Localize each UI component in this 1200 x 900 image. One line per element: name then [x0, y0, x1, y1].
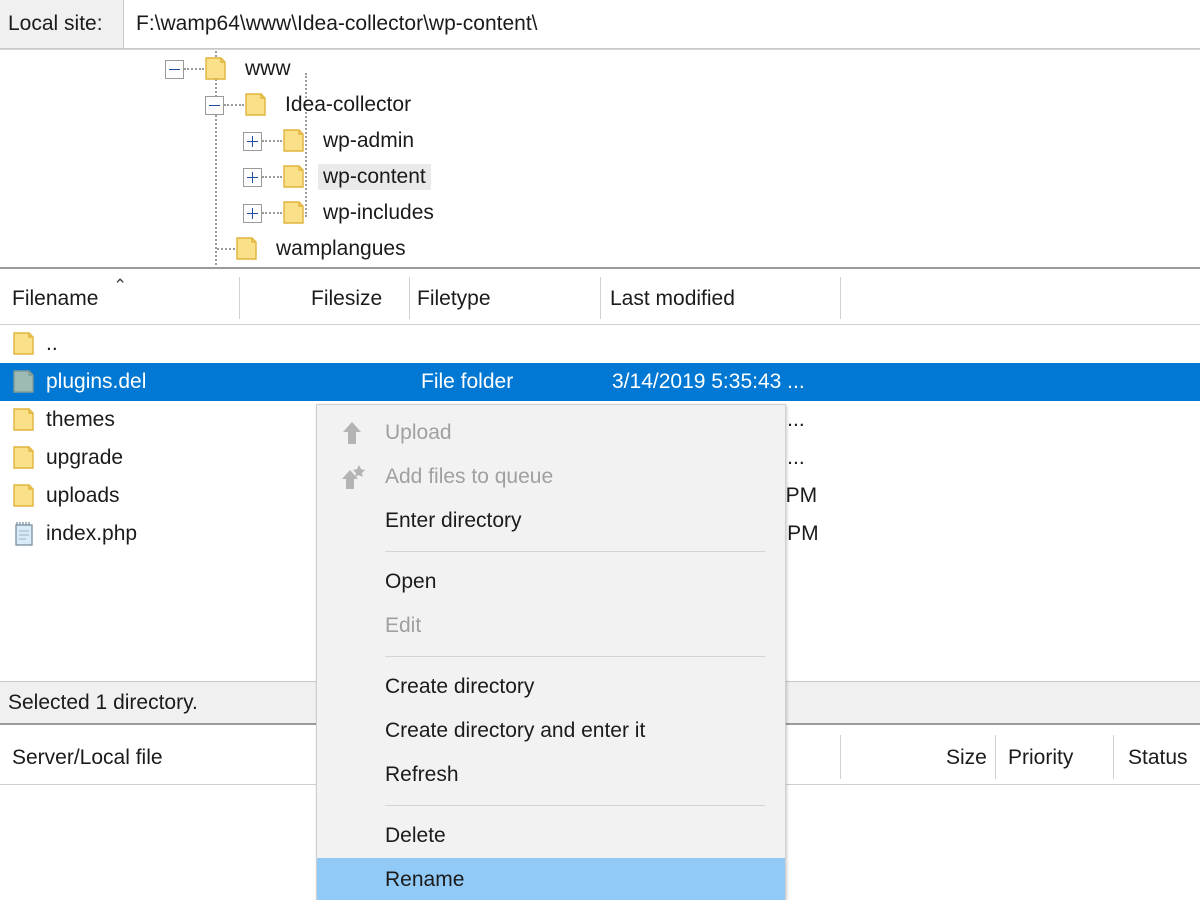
directory-tree[interactable]: www Idea-collector wp-admin wp-content w… [0, 51, 1200, 269]
menu-item-label: Delete [385, 824, 446, 847]
menu-item-label: Open [385, 570, 437, 593]
collapse-minus-icon[interactable] [165, 59, 184, 79]
file-name: plugins.del [46, 370, 147, 393]
column-divider[interactable] [840, 277, 841, 319]
folder-icon [8, 484, 42, 508]
column-divider[interactable] [239, 277, 240, 319]
add-to-queue-icon [337, 462, 367, 492]
tree-node-wp-content[interactable]: wp-content [0, 159, 1200, 195]
tree-connector [217, 248, 235, 250]
file-name: index.php [46, 522, 138, 545]
filezilla-local-panel: Local site: F:\wamp64\www\Idea-collector… [0, 0, 1200, 900]
local-site-label: Local site: [0, 0, 124, 49]
file-type: File folder [421, 370, 514, 393]
column-divider[interactable] [409, 277, 410, 319]
menu-item-label: Edit [385, 614, 422, 637]
column-header-filesize[interactable]: Filesize [311, 287, 382, 311]
menu-item-create-directory-and-enter-it[interactable]: Create directory and enter it [317, 709, 785, 753]
file-name: .. [46, 332, 58, 355]
column-divider[interactable] [995, 735, 996, 779]
folder-icon [204, 57, 230, 81]
tree-connector [262, 140, 282, 142]
folder-icon [282, 201, 308, 225]
folder-icon [8, 446, 42, 470]
file-list-header: ⌃ Filename Filesize Filetype Last modifi… [0, 271, 1200, 325]
tree-node-wp-admin[interactable]: wp-admin [0, 123, 1200, 159]
folder-icon [244, 93, 270, 117]
tree-connector [262, 212, 282, 214]
expand-plus-icon[interactable] [243, 203, 262, 223]
tree-node-idea-collector[interactable]: Idea-collector [0, 87, 1200, 123]
column-header-status[interactable]: Status [1128, 746, 1188, 770]
column-header-priority[interactable]: Priority [1008, 746, 1073, 770]
menu-item-create-directory[interactable]: Create directory [317, 665, 785, 709]
file-modified: 3/14/2019 5:35:43 ... [612, 370, 805, 393]
tree-node-label: wp-content [318, 164, 431, 190]
column-header-filename[interactable]: Filename [12, 287, 98, 311]
menu-item-add-files-to-queue[interactable]: Add files to queue [317, 455, 785, 499]
menu-item-rename[interactable]: Rename [317, 858, 785, 900]
sort-ascending-icon: ⌃ [113, 276, 128, 295]
folder-icon [282, 129, 308, 153]
collapse-minus-icon[interactable] [205, 95, 224, 115]
menu-item-upload[interactable]: Upload [317, 411, 785, 455]
menu-item-refresh[interactable]: Refresh [317, 753, 785, 797]
status-text: Selected 1 directory. [8, 690, 198, 714]
menu-item-open[interactable]: Open [317, 560, 785, 604]
tree-node-www[interactable]: www [0, 51, 1200, 87]
folder-icon [235, 237, 261, 261]
tree-node-label: www [245, 57, 291, 80]
column-header-size[interactable]: Size [946, 746, 987, 770]
tree-connector [184, 68, 204, 70]
expand-plus-icon[interactable] [243, 131, 262, 151]
file-name: uploads [46, 484, 120, 507]
menu-item-label: Refresh [385, 763, 459, 786]
menu-item-enter-directory[interactable]: Enter directory [317, 499, 785, 543]
tree-node-label: Idea-collector [285, 93, 412, 116]
column-divider[interactable] [600, 277, 601, 319]
menu-item-label: Create directory and enter it [385, 719, 646, 742]
folder-icon [8, 370, 42, 394]
menu-item-label: Create directory [385, 675, 535, 698]
menu-separator [385, 805, 765, 806]
column-divider[interactable] [1113, 735, 1114, 779]
upload-arrow-icon [337, 418, 367, 448]
folder-icon [8, 332, 42, 356]
file-row-parent[interactable]: .. [0, 325, 1200, 363]
menu-item-label: Rename [385, 868, 465, 891]
tree-connector [262, 176, 282, 178]
column-header-filetype[interactable]: Filetype [417, 287, 491, 311]
menu-separator [385, 656, 765, 657]
folder-icon [8, 408, 42, 432]
local-site-pathbar: Local site: F:\wamp64\www\Idea-collector… [0, 0, 1200, 50]
expand-plus-icon[interactable] [243, 167, 262, 187]
tree-node-label: wamplangues [276, 237, 406, 260]
tree-node-wp-includes[interactable]: wp-includes [0, 195, 1200, 231]
file-name: themes [46, 408, 115, 431]
menu-item-edit[interactable]: Edit [317, 604, 785, 648]
menu-item-label: Enter directory [385, 509, 522, 532]
column-divider[interactable] [840, 735, 841, 779]
file-row-plugins-del[interactable]: plugins.del File folder 3/14/2019 5:35:4… [0, 363, 1200, 401]
menu-item-label: Add files to queue [385, 465, 554, 488]
menu-item-label: Upload [385, 421, 452, 444]
file-name: upgrade [46, 446, 124, 469]
local-site-path-input[interactable]: F:\wamp64\www\Idea-collector\wp-content\ [124, 0, 1200, 49]
tree-node-label: wp-admin [323, 129, 415, 152]
column-header-last-modified[interactable]: Last modified [610, 287, 735, 311]
tree-connector [224, 104, 244, 106]
tree-node-label: wp-includes [323, 201, 434, 224]
tree-node-wamplangues[interactable]: wamplangues [0, 231, 1200, 267]
php-file-icon [8, 521, 42, 547]
menu-item-delete[interactable]: Delete [317, 814, 785, 858]
file-context-menu[interactable]: Upload Add files to queue Enter director… [316, 404, 786, 900]
column-header-server-local-file[interactable]: Server/Local file [12, 746, 163, 770]
folder-icon [282, 165, 308, 189]
menu-separator [385, 551, 765, 552]
